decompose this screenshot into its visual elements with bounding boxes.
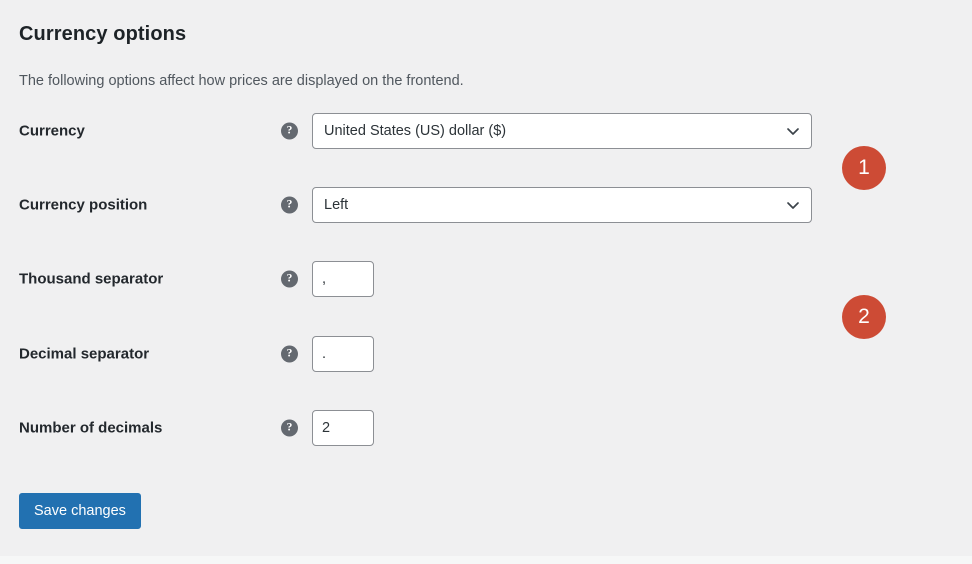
form-row-currency-position: Currency position ? Left bbox=[0, 185, 972, 225]
help-icon[interactable]: ? bbox=[281, 345, 298, 363]
page-description: The following options affect how prices … bbox=[19, 72, 464, 89]
label-currency-position: Currency position bbox=[19, 196, 148, 214]
annotation-badge-2: 2 bbox=[842, 295, 886, 339]
label-currency: Currency bbox=[19, 122, 85, 140]
annotation-badge-1: 1 bbox=[842, 146, 886, 190]
bottom-strip bbox=[0, 556, 972, 564]
currency-position-select-value: Left bbox=[324, 197, 349, 213]
label-decimal-separator: Decimal separator bbox=[19, 345, 150, 363]
help-icon[interactable]: ? bbox=[281, 122, 298, 140]
thousand-separator-input[interactable] bbox=[312, 261, 374, 297]
currency-select[interactable]: United States (US) dollar ($) bbox=[312, 113, 812, 149]
form-row-currency: Currency ? United States (US) dollar ($) bbox=[0, 111, 972, 151]
page-title: Currency options bbox=[19, 23, 187, 46]
number-of-decimals-input[interactable] bbox=[312, 410, 374, 446]
help-icon[interactable]: ? bbox=[281, 270, 298, 288]
decimal-separator-input[interactable] bbox=[312, 336, 374, 372]
label-thousand-separator: Thousand separator bbox=[19, 270, 164, 288]
chevron-down-icon bbox=[786, 124, 800, 138]
form-row-number-of-decimals: Number of decimals ? bbox=[0, 408, 972, 448]
label-number-of-decimals: Number of decimals bbox=[19, 419, 163, 437]
currency-position-select[interactable]: Left bbox=[312, 187, 812, 223]
chevron-down-icon bbox=[786, 198, 800, 212]
help-icon[interactable]: ? bbox=[281, 419, 298, 437]
form-row-thousand-separator: Thousand separator ? bbox=[0, 259, 972, 299]
form-row-decimal-separator: Decimal separator ? bbox=[0, 334, 972, 374]
help-icon[interactable]: ? bbox=[281, 196, 298, 214]
save-changes-button[interactable]: Save changes bbox=[19, 493, 141, 529]
currency-options-panel: Currency options The following options a… bbox=[0, 0, 972, 564]
currency-select-value: United States (US) dollar ($) bbox=[324, 123, 507, 139]
